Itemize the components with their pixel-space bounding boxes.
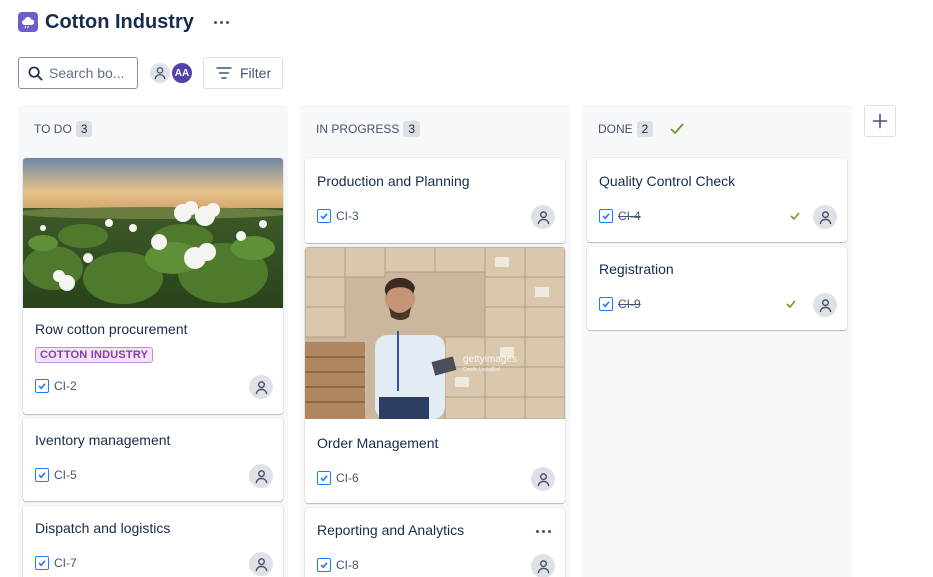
issue-key-text: CI-5 <box>54 468 77 482</box>
cloud-icon <box>18 12 38 32</box>
column-done: DONE 2 Quality Control Check CI-4 Regist… <box>582 105 852 577</box>
person-icon <box>154 67 166 80</box>
search-input[interactable] <box>49 65 131 81</box>
column-header: IN PROGRESS 3 <box>316 121 421 137</box>
card-ci-3[interactable]: Production and Planning CI-3 <box>305 158 565 243</box>
assignee-avatar[interactable] <box>249 464 273 488</box>
card-title: Production and Planning <box>317 173 470 189</box>
column-title: DONE <box>598 122 633 136</box>
card-ci-7[interactable]: Dispatch and logistics CI-7 <box>23 506 283 577</box>
issue-key-text: CI-6 <box>336 471 359 485</box>
assignee-avatar[interactable] <box>531 205 555 229</box>
filter-icon <box>216 67 232 79</box>
more-actions-button[interactable] <box>210 12 233 32</box>
assignee-avatar[interactable] <box>813 293 837 317</box>
cotton-field-image <box>23 158 283 308</box>
card-ci-9[interactable]: Registration CI-9 <box>587 247 847 330</box>
unassigned-avatar[interactable] <box>148 61 172 85</box>
column-todo: TO DO 3 Row cotton procurement COTTON IN… <box>18 105 288 577</box>
card-ci-8[interactable]: Reporting and Analytics CI-8 <box>305 508 565 577</box>
warehouse-image: gettyimages Credit: LeylaBird <box>305 247 565 419</box>
add-column-button[interactable] <box>864 105 896 137</box>
done-check-icon <box>670 123 685 135</box>
label-badge[interactable]: COTTON INDUSTRY <box>35 347 154 363</box>
issue-count: 3 <box>75 121 93 137</box>
column-title: IN PROGRESS <box>316 122 400 136</box>
assignee-avatar[interactable] <box>249 375 273 399</box>
issue-count: 3 <box>403 121 421 137</box>
person-icon <box>537 472 549 486</box>
search-box[interactable] <box>18 57 138 89</box>
assignee-avatar[interactable] <box>813 205 837 229</box>
task-checkbox-icon <box>35 468 49 482</box>
plus-icon <box>872 113 888 129</box>
card-ci-4[interactable]: Quality Control Check CI-4 <box>587 158 847 242</box>
person-icon <box>255 469 267 483</box>
assignee-avatar[interactable] <box>531 467 555 491</box>
card-title: Iventory management <box>35 432 171 448</box>
issue-key-text: CI-9 <box>618 297 641 311</box>
issue-key[interactable]: CI-8 <box>317 558 359 572</box>
issue-key-text: CI-2 <box>54 379 77 393</box>
column-header: DONE 2 <box>598 121 685 137</box>
avatar-group: AA <box>148 61 194 85</box>
card-ci-5[interactable]: Iventory management CI-5 <box>23 418 283 501</box>
task-checkbox-icon <box>317 558 331 572</box>
task-checkbox-icon <box>599 297 613 311</box>
filter-label: Filter <box>240 65 272 81</box>
board-toolbar: AA Filter <box>18 57 283 89</box>
task-checkbox-icon <box>317 471 331 485</box>
person-icon <box>537 559 549 573</box>
search-icon <box>28 66 43 80</box>
watermark-credit: Credit: LeylaBird <box>463 367 500 373</box>
column-in-progress: IN PROGRESS 3 Production and Planning CI… <box>300 105 570 577</box>
issue-key-text: CI-8 <box>336 558 359 572</box>
person-icon <box>255 557 267 571</box>
issue-key-text: CI-7 <box>54 556 77 570</box>
card-ci-6[interactable]: gettyimages Credit: LeylaBird Order Mana… <box>305 247 565 503</box>
resolved-check-icon <box>786 300 796 309</box>
card-title: Registration <box>599 261 674 277</box>
issue-key[interactable]: CI-7 <box>35 556 77 570</box>
issue-key[interactable]: CI-6 <box>317 471 359 485</box>
issue-count: 2 <box>636 121 654 137</box>
person-icon <box>819 298 831 312</box>
board-header: Cotton Industry <box>18 9 233 35</box>
task-checkbox-icon <box>35 379 49 393</box>
card-title: Reporting and Analytics <box>317 522 465 538</box>
person-icon <box>255 380 267 394</box>
task-checkbox-icon <box>599 209 613 223</box>
card-title: Dispatch and logistics <box>35 520 171 536</box>
issue-key[interactable]: CI-4 <box>599 209 641 223</box>
issue-key[interactable]: CI-9 <box>599 297 641 311</box>
issue-key[interactable]: CI-3 <box>317 209 359 223</box>
card-title: Order Management <box>317 435 439 451</box>
column-title: TO DO <box>34 122 72 136</box>
resolved-check-icon <box>790 212 800 221</box>
project-title: Cotton Industry <box>45 10 194 33</box>
task-checkbox-icon <box>317 209 331 223</box>
task-checkbox-icon <box>35 556 49 570</box>
card-title: Quality Control Check <box>599 173 736 189</box>
person-icon <box>819 210 831 224</box>
column-header: TO DO 3 <box>34 121 93 137</box>
filter-button[interactable]: Filter <box>203 57 283 89</box>
watermark-brand: gettyimages <box>463 354 517 365</box>
issue-key-text: CI-4 <box>618 209 641 223</box>
person-icon <box>537 210 549 224</box>
assignee-avatar[interactable] <box>249 552 273 576</box>
card-title: Row cotton procurement <box>35 321 188 337</box>
card-ci-2[interactable]: Row cotton procurement COTTON INDUSTRY C… <box>23 158 283 414</box>
issue-key[interactable]: CI-5 <box>35 468 77 482</box>
user-avatar-aa[interactable]: AA <box>170 61 194 85</box>
issue-key[interactable]: CI-2 <box>35 379 77 393</box>
card-more-actions-button[interactable] <box>536 530 551 533</box>
issue-key-text: CI-3 <box>336 209 359 223</box>
assignee-avatar[interactable] <box>531 554 555 577</box>
